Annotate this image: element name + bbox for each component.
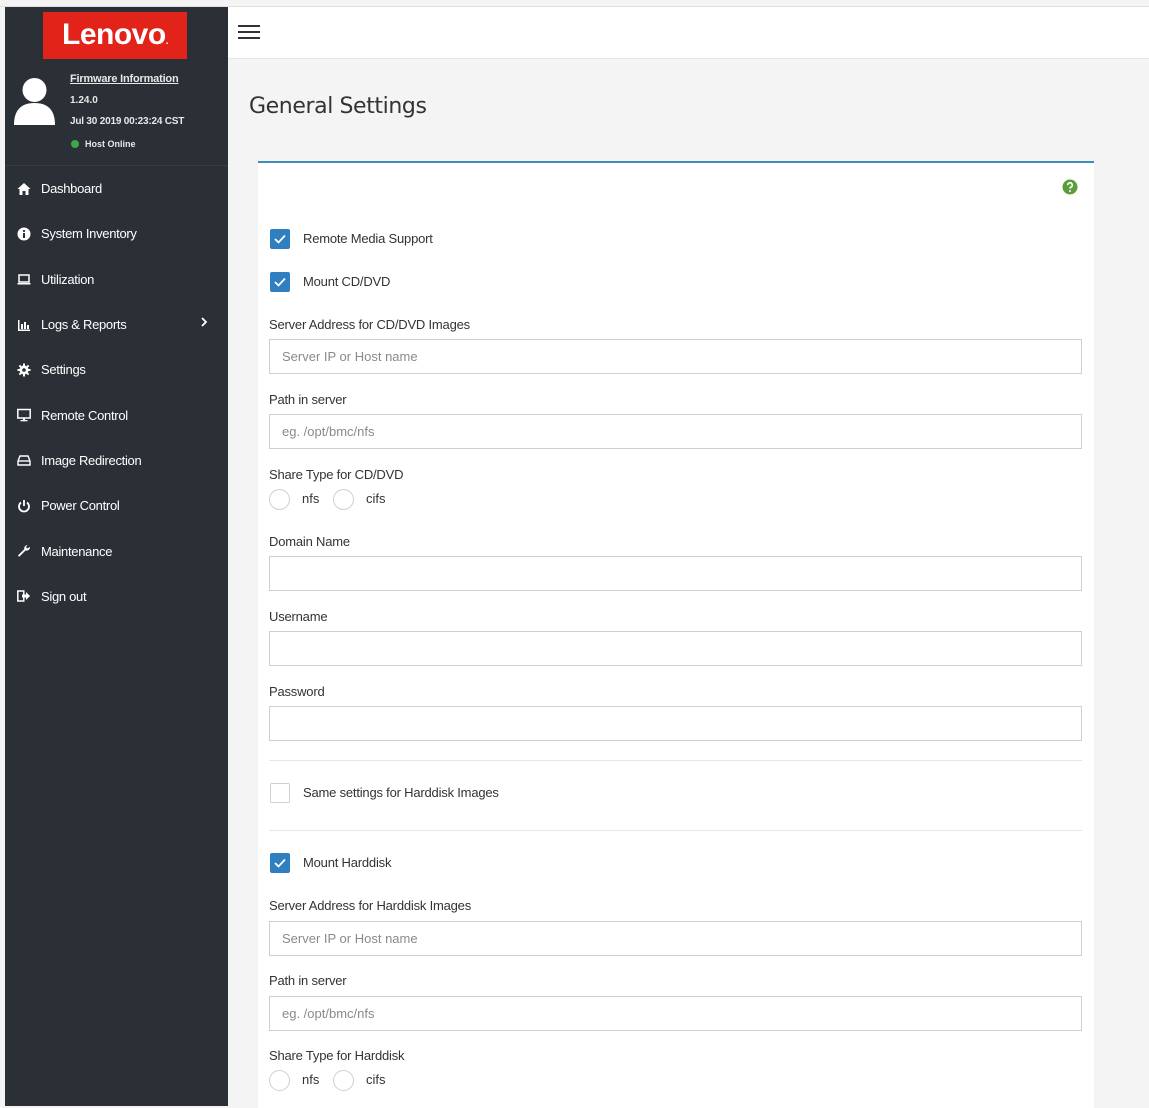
cd-path-input[interactable]: [269, 414, 1082, 449]
sidebar-item-label: Utilization: [41, 271, 95, 287]
user-panel: Firmware Information 1.24.0 Jul 30 2019 …: [5, 67, 228, 166]
remote-media-support-checkbox[interactable]: [270, 229, 290, 249]
checkmark-icon: [274, 234, 286, 244]
sidebar-item-logs-reports[interactable]: Logs & Reports: [5, 302, 228, 347]
sidebar-item-dashboard[interactable]: Dashboard: [5, 166, 228, 211]
mount-harddisk-checkbox[interactable]: [270, 853, 290, 873]
sidebar-item-sign-out[interactable]: Sign out: [5, 574, 228, 619]
domain-name-label: Domain Name: [269, 534, 350, 549]
sidebar-item-image-redirection[interactable]: Image Redirection: [5, 438, 228, 483]
username-input[interactable]: [269, 631, 1082, 666]
gear-icon: [17, 363, 31, 377]
firmware-version: 1.24.0: [70, 95, 98, 106]
checkmark-icon: [274, 858, 286, 868]
home-icon: [17, 182, 31, 196]
cd-share-type-nfs-radio[interactable]: [269, 489, 290, 510]
sidebar-item-label: Maintenance: [41, 543, 113, 559]
firmware-information-link[interactable]: Firmware Information: [70, 73, 179, 85]
sidebar-item-label: Sign out: [41, 588, 87, 604]
sidebar-item-label: Logs & Reports: [41, 317, 127, 333]
power-icon: [17, 499, 31, 513]
bar-chart-icon: [17, 318, 31, 332]
chevron-right-icon: [201, 317, 208, 327]
sidebar: Lenovo. Firmware Information 1.24.0 Jul …: [5, 7, 228, 1106]
hdd-icon: [17, 453, 31, 467]
cd-share-type-nfs-label: nfs: [302, 491, 320, 506]
cd-server-address-input[interactable]: [269, 339, 1082, 374]
sidebar-item-settings[interactable]: Settings: [5, 347, 228, 392]
sidebar-item-label: System Inventory: [41, 226, 137, 242]
same-settings-harddisk-checkbox[interactable]: [270, 783, 290, 803]
section-divider: [269, 830, 1082, 831]
sidebar-nav: Dashboard System Inventory Utilization L…: [5, 166, 228, 619]
cd-share-type-cifs-radio[interactable]: [333, 489, 354, 510]
help-icon[interactable]: [1062, 179, 1078, 195]
host-status-text: Host Online: [85, 139, 136, 149]
sidebar-item-label: Power Control: [41, 498, 120, 514]
status-dot-icon: [71, 140, 79, 148]
hd-share-type-cifs-label: cifs: [366, 1072, 386, 1087]
hamburger-menu-icon[interactable]: [238, 23, 260, 41]
hd-share-type-label: Share Type for Harddisk: [269, 1048, 405, 1063]
cd-share-type-cifs-label: cifs: [366, 491, 386, 506]
lenovo-logo[interactable]: Lenovo.: [43, 12, 187, 59]
hd-path-label: Path in server: [269, 973, 347, 988]
sidebar-item-maintenance[interactable]: Maintenance: [5, 528, 228, 573]
remote-media-support-label: Remote Media Support: [303, 231, 433, 246]
user-avatar-icon: [14, 78, 55, 125]
hd-share-type-nfs-label: nfs: [302, 1072, 320, 1087]
page-title: General Settings: [249, 94, 427, 119]
cd-path-label: Path in server: [269, 392, 347, 407]
mount-cd-dvd-label: Mount CD/DVD: [303, 274, 391, 289]
sidebar-item-label: Dashboard: [41, 181, 102, 197]
sidebar-item-label: Remote Control: [41, 407, 128, 423]
domain-name-input[interactable]: [269, 556, 1082, 591]
mount-cd-dvd-checkbox[interactable]: [270, 272, 290, 292]
sidebar-item-remote-control[interactable]: Remote Control: [5, 392, 228, 437]
cd-share-type-label: Share Type for CD/DVD: [269, 467, 404, 482]
sidebar-item-utilization[interactable]: Utilization: [5, 257, 228, 302]
wrench-icon: [17, 544, 31, 558]
password-input[interactable]: [269, 706, 1082, 741]
checkmark-icon: [274, 277, 286, 287]
info-icon: [17, 227, 31, 241]
sign-out-icon: [17, 589, 31, 603]
laptop-icon: [17, 272, 31, 286]
mount-harddisk-label: Mount Harddisk: [303, 855, 392, 870]
hd-server-address-input[interactable]: [269, 921, 1082, 956]
hd-share-type-nfs-radio[interactable]: [269, 1070, 290, 1091]
general-settings-card: Remote Media Support Mount CD/DVD Server…: [258, 161, 1094, 1108]
host-status: Host Online: [70, 139, 136, 149]
sidebar-item-label: Settings: [41, 362, 86, 378]
firmware-build-date: Jul 30 2019 00:23:24 CST: [70, 116, 185, 127]
sidebar-item-label: Image Redirection: [41, 452, 142, 468]
hd-path-input[interactable]: [269, 996, 1082, 1031]
password-label: Password: [269, 684, 325, 699]
monitor-icon: [17, 408, 31, 422]
sidebar-item-system-inventory[interactable]: System Inventory: [5, 211, 228, 256]
top-bar: [228, 7, 1149, 59]
same-settings-harddisk-label: Same settings for Harddisk Images: [303, 785, 499, 800]
sidebar-item-power-control[interactable]: Power Control: [5, 483, 228, 528]
username-label: Username: [269, 609, 328, 624]
section-divider: [269, 760, 1082, 761]
hd-share-type-cifs-radio[interactable]: [333, 1070, 354, 1091]
hd-server-address-label: Server Address for Harddisk Images: [269, 898, 472, 913]
cd-server-address-label: Server Address for CD/DVD Images: [269, 317, 470, 332]
